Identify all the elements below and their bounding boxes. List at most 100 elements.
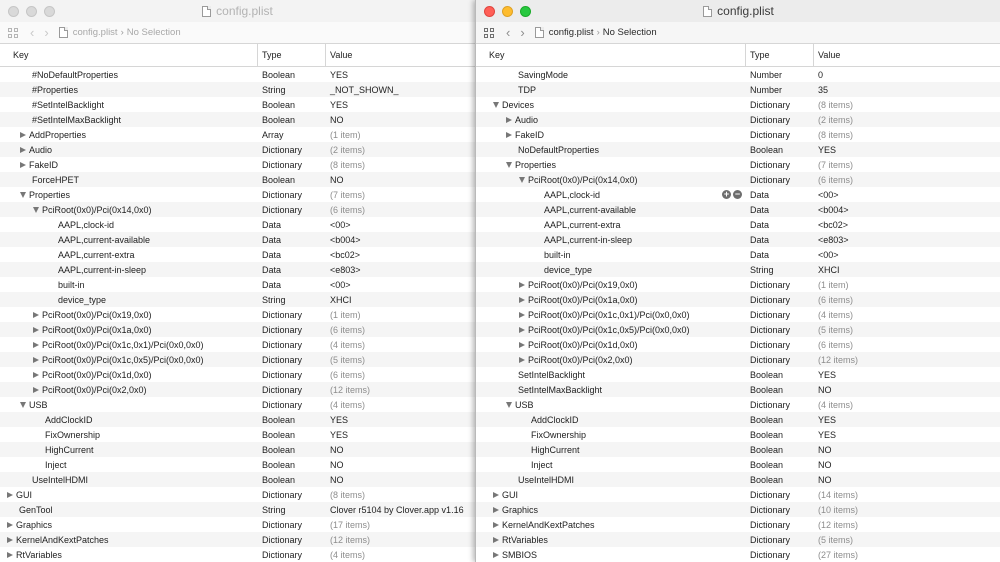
key-cell[interactable]: PciRoot(0x0)/Pci(0x1a,0x0) [476, 292, 746, 307]
key-label[interactable]: USB [515, 400, 534, 410]
table-row[interactable]: TDP Number 35 [476, 82, 1000, 97]
key-cell[interactable]: Graphics [0, 517, 258, 532]
key-label[interactable]: PciRoot(0x0)/Pci(0x1a,0x0) [528, 295, 638, 305]
type-cell[interactable]: Dictionary [746, 127, 814, 142]
table-row[interactable]: Properties Dictionary (7 items) [0, 187, 475, 202]
key-cell[interactable]: UseIntelHDMI [0, 472, 258, 487]
add-item-icon[interactable]: + [722, 190, 731, 199]
key-cell[interactable]: Audio [0, 142, 258, 157]
table-row[interactable]: HighCurrent Boolean NO [0, 442, 475, 457]
value-cell[interactable]: (5 items) [814, 322, 1000, 337]
key-label[interactable]: TDP [518, 85, 536, 95]
table-row[interactable]: AAPL,current-extra Data <bc02> [476, 217, 1000, 232]
key-cell[interactable]: GUI [476, 487, 746, 502]
type-cell[interactable]: Boolean [746, 382, 814, 397]
key-label[interactable]: PciRoot(0x0)/Pci(0x2,0x0) [42, 385, 147, 395]
type-cell[interactable]: Boolean [258, 457, 326, 472]
key-label[interactable]: AAPL,current-extra [58, 250, 135, 260]
key-label[interactable]: device_type [544, 265, 592, 275]
key-cell[interactable]: AAPL,clock-id + − [476, 187, 746, 202]
type-cell[interactable]: String [746, 262, 814, 277]
key-cell[interactable]: FixOwnership [476, 427, 746, 442]
value-column-header[interactable]: Value [814, 44, 1000, 66]
type-cell[interactable]: Dictionary [746, 352, 814, 367]
key-label[interactable]: AAPL,current-available [544, 205, 636, 215]
key-label[interactable]: KernelAndKextPatches [16, 535, 109, 545]
value-cell[interactable]: NO [326, 472, 475, 487]
key-label[interactable]: HighCurrent [45, 445, 94, 455]
key-cell[interactable]: Audio [476, 112, 746, 127]
key-label[interactable]: RtVariables [16, 550, 62, 560]
disclosure-expanded-icon[interactable] [506, 401, 512, 408]
value-cell[interactable]: (1 item) [814, 277, 1000, 292]
disclosure-collapsed-icon[interactable] [493, 551, 499, 558]
table-row[interactable]: SMBIOS Dictionary (27 items) [476, 547, 1000, 562]
type-cell[interactable]: Dictionary [746, 157, 814, 172]
table-row[interactable]: PciRoot(0x0)/Pci(0x19,0x0) Dictionary (1 i… [0, 307, 475, 322]
value-cell[interactable]: NO [326, 442, 475, 457]
table-row[interactable]: GUI Dictionary (14 items) [476, 487, 1000, 502]
value-cell[interactable]: <bc02> [814, 217, 1000, 232]
related-items-grid-icon[interactable] [484, 27, 494, 38]
key-cell[interactable]: TDP [476, 82, 746, 97]
type-cell[interactable]: Dictionary [746, 172, 814, 187]
key-cell[interactable]: PciRoot(0x0)/Pci(0x14,0x0) [476, 172, 746, 187]
value-cell[interactable]: (6 items) [814, 292, 1000, 307]
disclosure-expanded-icon[interactable] [33, 206, 39, 213]
table-row[interactable]: Graphics Dictionary (10 items) [476, 502, 1000, 517]
type-cell[interactable]: Number [746, 67, 814, 82]
value-cell[interactable]: (10 items) [814, 502, 1000, 517]
key-cell[interactable]: PciRoot(0x0)/Pci(0x1d,0x0) [0, 367, 258, 382]
type-cell[interactable]: Data [746, 187, 814, 202]
type-cell[interactable]: Boolean [746, 442, 814, 457]
table-row[interactable]: AAPL,current-extra Data <bc02> [0, 247, 475, 262]
type-cell[interactable]: Dictionary [746, 337, 814, 352]
key-label[interactable]: KernelAndKextPatches [502, 520, 595, 530]
type-cell[interactable]: Array [258, 127, 326, 142]
type-cell[interactable]: Data [258, 262, 326, 277]
back-chevron-icon[interactable]: ‹ [506, 26, 510, 39]
value-cell[interactable]: <00> [814, 247, 1000, 262]
disclosure-expanded-icon[interactable] [20, 191, 26, 198]
key-label[interactable]: #SetIntelMaxBacklight [32, 115, 121, 125]
table-row[interactable]: AAPL,current-available Data <b004> [476, 202, 1000, 217]
value-cell[interactable]: (7 items) [326, 187, 475, 202]
key-label[interactable]: AAPL,clock-id [544, 190, 600, 200]
key-cell[interactable]: built-in [476, 247, 746, 262]
table-row[interactable]: device_type String XHCI [476, 262, 1000, 277]
key-cell[interactable]: PciRoot(0x0)/Pci(0x1c,0x1)/Pci(0x0,0x0) [0, 337, 258, 352]
value-cell[interactable]: <e803> [814, 232, 1000, 247]
key-label[interactable]: GenTool [19, 505, 53, 515]
disclosure-collapsed-icon[interactable] [493, 491, 499, 498]
type-cell[interactable]: Boolean [258, 427, 326, 442]
key-label[interactable]: HighCurrent [531, 445, 580, 455]
key-cell[interactable]: #NoDefaultProperties [0, 67, 258, 82]
breadcrumb[interactable]: config.plist › No Selection [58, 27, 181, 38]
type-cell[interactable]: Dictionary [746, 97, 814, 112]
type-cell[interactable]: Dictionary [258, 202, 326, 217]
disclosure-expanded-icon[interactable] [506, 161, 512, 168]
type-cell[interactable]: Boolean [258, 412, 326, 427]
value-cell[interactable]: (8 items) [814, 127, 1000, 142]
type-cell[interactable]: Boolean [746, 427, 814, 442]
disclosure-expanded-icon[interactable] [519, 176, 525, 183]
disclosure-collapsed-icon[interactable] [493, 506, 499, 513]
key-label[interactable]: PciRoot(0x0)/Pci(0x19,0x0) [42, 310, 152, 320]
disclosure-collapsed-icon[interactable] [7, 491, 13, 498]
disclosure-collapsed-icon[interactable] [7, 536, 13, 543]
table-row[interactable]: PciRoot(0x0)/Pci(0x1c,0x5)/Pci(0x0,0x0) D… [0, 352, 475, 367]
key-label[interactable]: SetIntelMaxBacklight [518, 385, 602, 395]
key-cell[interactable]: PciRoot(0x0)/Pci(0x2,0x0) [476, 352, 746, 367]
type-cell[interactable]: Dictionary [746, 532, 814, 547]
key-cell[interactable]: SetIntelBacklight [476, 367, 746, 382]
table-row[interactable]: FakeID Dictionary (8 items) [476, 127, 1000, 142]
key-cell[interactable]: PciRoot(0x0)/Pci(0x2,0x0) [0, 382, 258, 397]
type-cell[interactable]: Boolean [746, 142, 814, 157]
table-row[interactable]: UseIntelHDMI Boolean NO [476, 472, 1000, 487]
value-cell[interactable]: (5 items) [326, 352, 475, 367]
type-cell[interactable]: Boolean [746, 367, 814, 382]
type-cell[interactable]: String [258, 82, 326, 97]
key-label[interactable]: GUI [16, 490, 32, 500]
key-cell[interactable]: Properties [476, 157, 746, 172]
table-row[interactable]: #Properties String _NOT_SHOWN_ [0, 82, 475, 97]
